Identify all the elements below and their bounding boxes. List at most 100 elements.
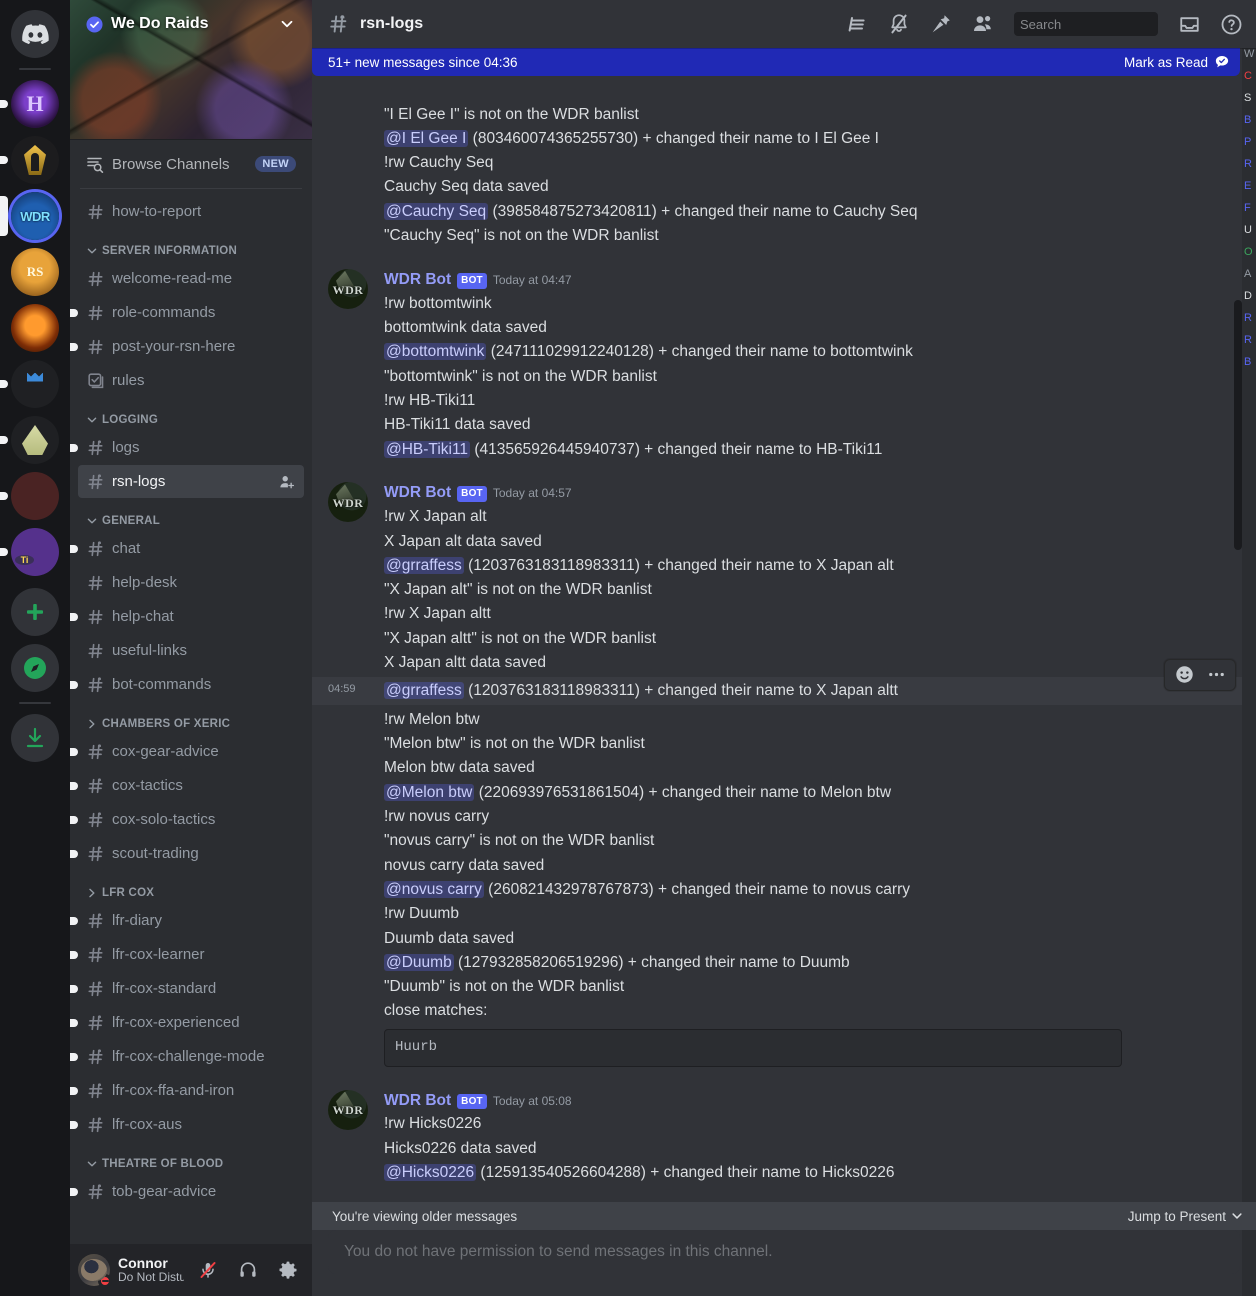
- inbox-icon[interactable]: [1172, 8, 1206, 40]
- message-author[interactable]: WDR Bot: [384, 1090, 451, 1111]
- guild-item-wdr[interactable]: WDR: [0, 192, 70, 240]
- sidebar-item-tob-gear-advice[interactable]: tob-gear-advice: [70, 1175, 304, 1208]
- sidebar-item-help-chat[interactable]: help-chat: [70, 600, 304, 633]
- guild-item-h[interactable]: H: [0, 80, 70, 128]
- notification-muted-icon[interactable]: [882, 8, 916, 40]
- channel-list[interactable]: Browse Channels NEW how-to-report SERVER…: [70, 140, 312, 1244]
- guild-avatar-gnome[interactable]: [11, 416, 59, 464]
- user-mention[interactable]: @bottomtwink: [384, 343, 487, 361]
- category-header-chambers-of-xeric[interactable]: CHAMBERS OF XERIC: [78, 702, 304, 734]
- chevron-down-icon[interactable]: [278, 15, 296, 33]
- message[interactable]: "I El Gee I" is not on the WDR banlist @I…: [312, 100, 1256, 250]
- category-header-theatre-of-blood[interactable]: THEATRE OF BLOOD: [78, 1142, 304, 1174]
- message-list[interactable]: "I El Gee I" is not on the WDR banlist @I…: [312, 48, 1256, 1230]
- mark-as-read-button[interactable]: Mark as Read: [1124, 54, 1230, 70]
- guild-item-rs[interactable]: RS: [0, 248, 70, 296]
- sidebar-item-post-your-rsn-here[interactable]: post-your-rsn-here: [70, 330, 304, 363]
- sidebar-item-cox-tactics[interactable]: cox-tactics: [70, 769, 304, 802]
- server-header[interactable]: We Do Raids: [70, 0, 312, 140]
- sidebar-item-chat[interactable]: chat: [70, 532, 304, 565]
- guild-item-pumpkin[interactable]: [0, 304, 70, 352]
- guild-avatar-h[interactable]: H: [11, 80, 59, 128]
- explore-servers-button[interactable]: [0, 644, 70, 692]
- add-reaction-icon[interactable]: [1169, 661, 1199, 689]
- sidebar-item-useful-links[interactable]: useful-links: [78, 634, 304, 667]
- user-mention[interactable]: @Melon btw: [384, 783, 475, 801]
- avatar[interactable]: [78, 1254, 112, 1288]
- guild-avatar-crown[interactable]: [11, 360, 59, 408]
- avatar[interactable]: WDR: [328, 268, 368, 309]
- avatar[interactable]: WDR: [328, 482, 368, 523]
- more-options-icon[interactable]: [1201, 661, 1231, 689]
- user-mention[interactable]: @novus carry: [384, 880, 484, 898]
- message-author[interactable]: WDR Bot: [384, 269, 451, 290]
- sidebar-item-lfr-cox-ffa-and-iron[interactable]: lfr-cox-ffa-and-iron: [70, 1074, 304, 1107]
- help-icon[interactable]: [1214, 8, 1248, 40]
- jump-to-present-button[interactable]: Jump to Present: [1128, 1209, 1244, 1224]
- message[interactable]: 04:59 @grraffess (1203763183118983311) +…: [312, 658, 1256, 706]
- user-info[interactable]: Connor Do Not Distu...: [118, 1255, 184, 1285]
- guild-item-folder-purple[interactable]: Ti: [0, 528, 70, 576]
- avatar[interactable]: WDR: [328, 1089, 368, 1130]
- user-mention[interactable]: @grraffess: [384, 556, 464, 574]
- message-hover-toolbar[interactable]: [1164, 658, 1236, 691]
- guild-avatar-helmet[interactable]: [11, 136, 59, 184]
- plus-icon[interactable]: [11, 588, 59, 636]
- microphone-muted-icon[interactable]: [192, 1254, 224, 1286]
- message[interactable]: WDR WDR Bot BOT Today at 04:47 !rw botto…: [312, 267, 1256, 464]
- message[interactable]: !rw Melon btw "Melon btw" is not on the W…: [312, 705, 1256, 1070]
- sidebar-item-scout-trading[interactable]: scout-trading: [70, 837, 304, 870]
- guild-avatar-rs[interactable]: RS: [11, 248, 59, 296]
- guild-item-crown[interactable]: [0, 360, 70, 408]
- guild-avatar-wdr[interactable]: WDR: [11, 192, 59, 240]
- gear-icon[interactable]: [272, 1254, 304, 1286]
- message-scrollbar[interactable]: [1234, 300, 1242, 550]
- sidebar-item-rsn-logs[interactable]: rsn-logs: [78, 465, 304, 498]
- browse-channels-button[interactable]: Browse Channels NEW: [78, 148, 304, 180]
- message-author[interactable]: WDR Bot: [384, 482, 451, 503]
- guild-folder-red[interactable]: [11, 472, 59, 520]
- category-header-server-information[interactable]: SERVER INFORMATION: [78, 229, 304, 261]
- sidebar-item-rules[interactable]: rules: [78, 364, 304, 397]
- sidebar-item-lfr-cox-aus[interactable]: lfr-cox-aus: [70, 1108, 304, 1141]
- add-member-icon[interactable]: [278, 473, 296, 491]
- sidebar-item-lfr-diary[interactable]: lfr-diary: [70, 904, 304, 937]
- sidebar-item-lfr-cox-learner[interactable]: lfr-cox-learner: [70, 938, 304, 971]
- member-list-sliver[interactable]: W C S B P R E F U O A D R R B: [1242, 48, 1256, 1296]
- category-header-lfr-cox[interactable]: LFR COX: [78, 871, 304, 903]
- search-box[interactable]: [1014, 12, 1196, 36]
- user-mention[interactable]: @grraffess: [384, 682, 464, 700]
- user-mention[interactable]: @Hicks0226: [384, 1163, 477, 1181]
- add-server-button[interactable]: [0, 588, 70, 636]
- threads-icon[interactable]: [840, 8, 874, 40]
- sidebar-item-welcome-read-me[interactable]: welcome-read-me: [78, 262, 304, 295]
- download-icon[interactable]: [11, 714, 59, 762]
- message[interactable]: WDR WDR Bot BOT Today at 04:57 !rw X Jap…: [312, 480, 1256, 677]
- search-input[interactable]: [1020, 16, 1196, 32]
- sidebar-item-lfr-cox-challenge-mode[interactable]: lfr-cox-challenge-mode: [70, 1040, 304, 1073]
- guild-item-home[interactable]: [0, 10, 70, 58]
- user-mention[interactable]: @I El Gee I: [384, 129, 469, 147]
- sidebar-item-bot-commands[interactable]: bot-commands: [70, 668, 304, 701]
- guild-folder-purple[interactable]: Ti: [11, 528, 59, 576]
- server-name-dropdown[interactable]: We Do Raids: [70, 0, 312, 48]
- category-header-general[interactable]: GENERAL: [78, 499, 304, 531]
- new-messages-banner[interactable]: 51+ new messages since 04:36 Mark as Rea…: [312, 48, 1240, 76]
- sidebar-item-help-desk[interactable]: help-desk: [78, 566, 304, 599]
- sidebar-item-role-commands[interactable]: role-commands: [70, 296, 304, 329]
- sidebar-item-logs[interactable]: logs: [70, 431, 304, 464]
- guild-item-helmet[interactable]: [0, 136, 70, 184]
- sidebar-item-lfr-cox-standard[interactable]: lfr-cox-standard: [70, 972, 304, 1005]
- discord-home-icon[interactable]: [11, 10, 59, 58]
- download-apps-button[interactable]: [0, 714, 70, 762]
- compass-icon[interactable]: [11, 644, 59, 692]
- category-header-logging[interactable]: LOGGING: [78, 398, 304, 430]
- user-mention[interactable]: @HB-Tiki11: [384, 440, 471, 458]
- pin-icon[interactable]: [924, 8, 958, 40]
- headphones-icon[interactable]: [232, 1254, 264, 1286]
- guild-item-gnome[interactable]: [0, 416, 70, 464]
- user-mention[interactable]: @Duumb: [384, 953, 454, 971]
- sidebar-item-cox-gear-advice[interactable]: cox-gear-advice: [70, 735, 304, 768]
- guild-avatar-pumpkin[interactable]: [11, 304, 59, 352]
- message[interactable]: WDR WDR Bot BOT Today at 05:08 !rw Hicks…: [312, 1088, 1256, 1187]
